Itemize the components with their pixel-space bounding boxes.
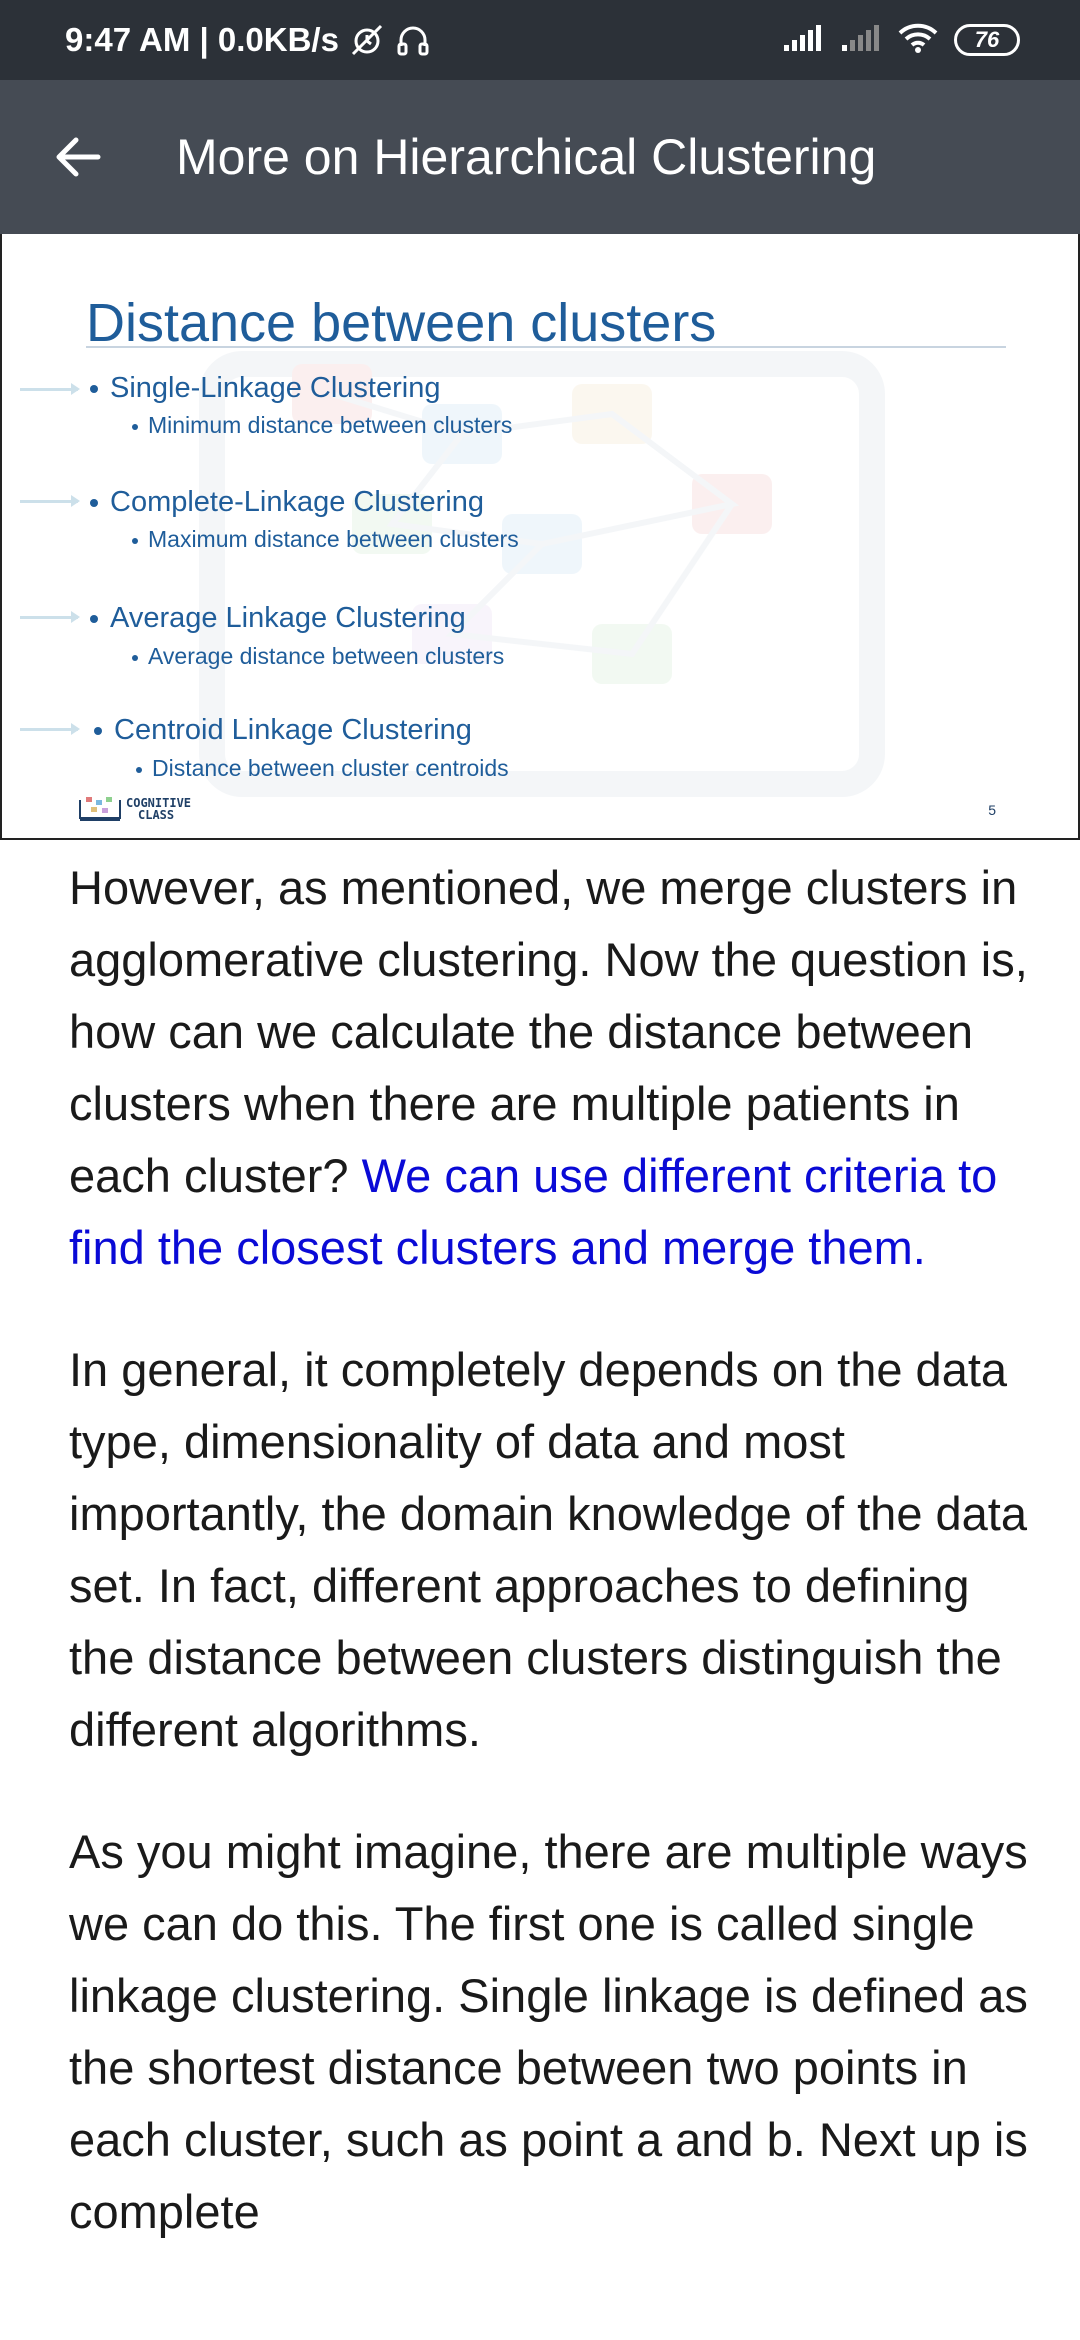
slide-page-number: 5 — [988, 802, 996, 818]
slide-sub-item: Distance between cluster centroids — [136, 755, 509, 782]
alarm-off-icon — [349, 22, 385, 58]
slide-main-item: Centroid Linkage Clustering — [94, 714, 472, 747]
slide-sub-item: Maximum distance between clusters — [132, 526, 519, 553]
app-bar: More on Hierarchical Clustering — [0, 80, 1080, 234]
article-paragraph: As you might imagine, there are multiple… — [69, 1825, 1028, 2238]
slide-main-item: Average Linkage Clustering — [90, 602, 466, 635]
arrow-icon — [20, 723, 80, 735]
arrow-icon — [20, 611, 80, 623]
page-title: More on Hierarchical Clustering — [176, 129, 877, 185]
bullet-icon — [94, 727, 102, 736]
article-paragraph: However, as mentioned, we merge clusters… — [69, 852, 1029, 1284]
wifi-icon — [898, 23, 938, 58]
article-paragraph: In general, it completely depends on the… — [69, 1343, 1027, 1756]
bullet-icon — [132, 654, 138, 661]
article-body: However, as mentioned, we merge clusters… — [69, 852, 1029, 2298]
slide-sub-item: Average distance between clusters — [132, 643, 504, 670]
headset-icon — [395, 22, 431, 58]
arrow-icon — [20, 383, 80, 395]
slide-image: Distance between clusters Single-Linkage… — [0, 234, 1080, 840]
status-right: 76 — [782, 23, 1020, 58]
bullet-icon — [132, 423, 138, 430]
arrow-back-icon — [56, 137, 101, 177]
slide-list: Single-Linkage Clustering Minimum distan… — [2, 234, 1078, 838]
signal-icon — [782, 23, 824, 58]
arrow-icon — [20, 495, 80, 507]
book-network-icon — [79, 797, 121, 821]
status-time-speed: 9:47 AM | 0.0KB/s — [65, 21, 339, 58]
bullet-icon — [90, 615, 98, 624]
status-left: 9:47 AM | 0.0KB/s — [65, 21, 431, 59]
status-bar: 9:47 AM | 0.0KB/s 76 — [0, 0, 1080, 80]
logo-text: COGNITIVE CLASS — [126, 796, 192, 822]
slide-main-item: Single-Linkage Clustering — [90, 372, 440, 405]
battery-indicator: 76 — [954, 24, 1020, 56]
cognitive-class-logo: COGNITIVE CLASS — [78, 794, 191, 824]
bullet-icon — [132, 537, 138, 544]
bullet-icon — [90, 499, 98, 508]
bullet-icon — [90, 385, 98, 394]
bullet-icon — [136, 766, 142, 773]
slide-main-item: Complete-Linkage Clustering — [90, 486, 484, 519]
back-button[interactable] — [28, 107, 128, 207]
slide-sub-item: Minimum distance between clusters — [132, 412, 512, 439]
signal-weak-icon — [840, 23, 882, 58]
